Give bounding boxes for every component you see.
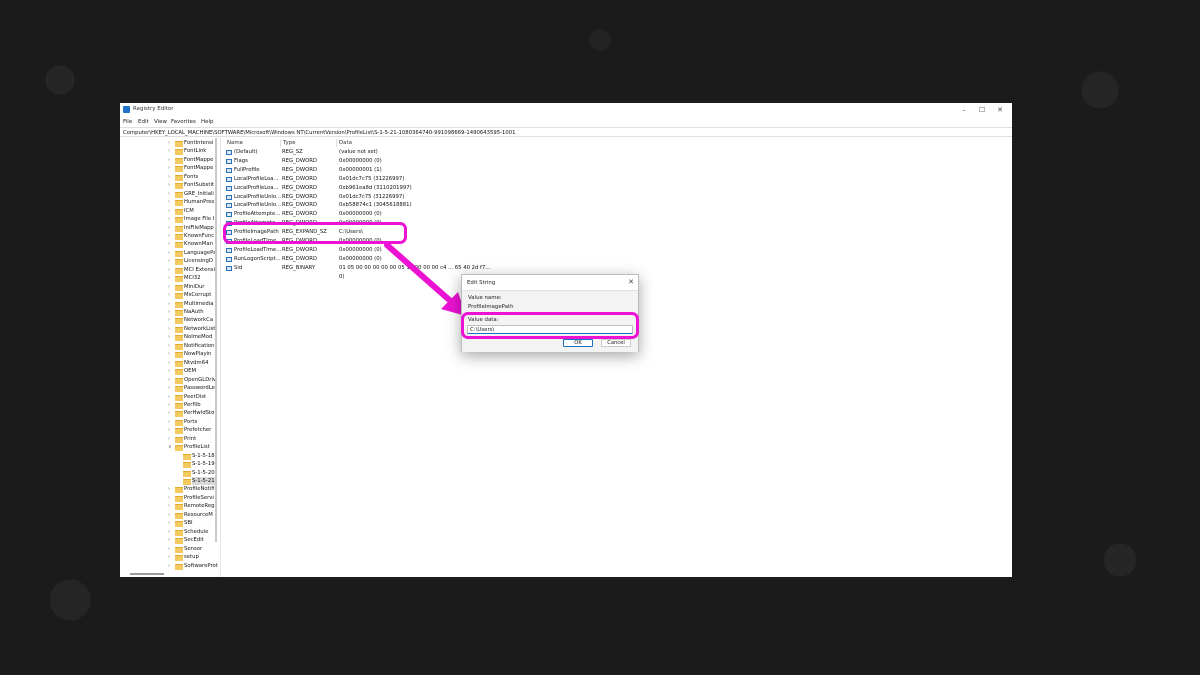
ok-button[interactable]: OK xyxy=(563,339,593,347)
highlight-value-data xyxy=(461,312,639,339)
value-name-field: ProfileImagePath xyxy=(467,303,634,312)
cancel-button[interactable]: Cancel xyxy=(601,339,631,347)
dialog-close-icon[interactable]: ✕ xyxy=(628,278,634,286)
dialog-title: Edit String xyxy=(467,280,496,286)
value-name-label: Value name: xyxy=(468,295,502,301)
